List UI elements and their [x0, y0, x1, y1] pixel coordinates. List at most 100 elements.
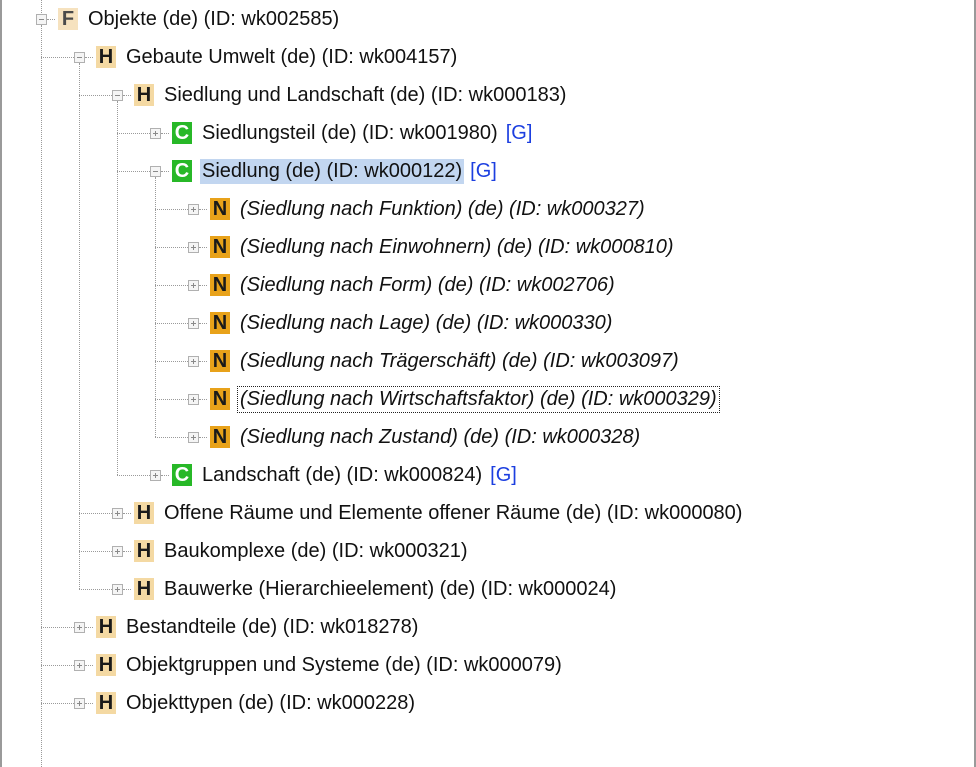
tree-node-label[interactable]: Objekttypen (de) (ID: wk000228): [124, 691, 417, 716]
collapse-icon[interactable]: [112, 90, 123, 101]
tree-connector: [85, 703, 93, 704]
tree-node-label[interactable]: (Siedlung nach Einwohnern) (de) (ID: wk0…: [238, 235, 676, 260]
tree-connector: [155, 247, 188, 248]
tree-connector: [161, 475, 169, 476]
expand-icon[interactable]: [188, 318, 199, 329]
tree-connector: [79, 589, 112, 590]
tree-node-nach-wirtschaftsfaktor[interactable]: N (Siedlung nach Wirtschaftsfaktor) (de) …: [210, 382, 720, 416]
badge-h-icon: H: [134, 578, 154, 600]
tree-node-nach-einwohnern[interactable]: N (Siedlung nach Einwohnern) (de) (ID: wk…: [210, 230, 676, 264]
badge-n-icon: N: [210, 274, 230, 296]
tree-connector: [155, 361, 188, 362]
tree-node-siedlungsteil[interactable]: C Siedlungsteil (de) (ID: wk001980) [G]: [172, 116, 532, 150]
badge-h-icon: H: [96, 616, 116, 638]
tree-guide-line: [41, 703, 42, 767]
tree-view[interactable]: F Objekte (de) (ID: wk002585) H Gebaute Umw…: [0, 0, 976, 767]
badge-c-icon: C: [172, 464, 192, 486]
tree-connector: [199, 437, 207, 438]
expand-icon[interactable]: [112, 508, 123, 519]
tree-node-label[interactable]: (Siedlung nach Form) (de) (ID: wk002706): [238, 273, 617, 298]
expand-icon[interactable]: [150, 128, 161, 139]
tree-connector: [155, 437, 188, 438]
expand-icon[interactable]: [188, 394, 199, 405]
tree-node-label[interactable]: (Siedlung nach Trägerschäft) (de) (ID: w…: [238, 349, 681, 374]
expand-icon[interactable]: [112, 546, 123, 557]
tree-connector: [155, 399, 188, 400]
tree-node-label[interactable]: Baukomplexe (de) (ID: wk000321): [162, 539, 469, 564]
expand-icon[interactable]: [188, 204, 199, 215]
badge-n-icon: N: [210, 236, 230, 258]
expand-icon[interactable]: [188, 280, 199, 291]
collapse-icon[interactable]: [150, 166, 161, 177]
tree-guide-line: [117, 101, 118, 475]
badge-c-icon: C: [172, 160, 192, 182]
tree-node-objekte[interactable]: F Objekte (de) (ID: wk002585): [58, 2, 341, 36]
badge-n-icon: N: [210, 350, 230, 372]
expand-icon[interactable]: [150, 470, 161, 481]
tree-node-objekttypen[interactable]: H Objekttypen (de) (ID: wk000228): [96, 686, 417, 720]
tree-connector: [79, 513, 112, 514]
tree-connector: [117, 171, 150, 172]
tree-node-label[interactable]: (Siedlung nach Lage) (de) (ID: wk000330): [238, 311, 614, 336]
tree-node-label[interactable]: Siedlung und Landschaft (de) (ID: wk0001…: [162, 83, 568, 108]
expand-icon[interactable]: [188, 356, 199, 367]
tree-node-siedlung-landschaft[interactable]: H Siedlung und Landschaft (de) (ID: wk000…: [134, 78, 568, 112]
collapse-icon[interactable]: [36, 14, 47, 25]
tree-node-objektgruppen[interactable]: H Objektgruppen und Systeme (de) (ID: wk0…: [96, 648, 564, 682]
tree-connector: [41, 703, 74, 704]
tree-connector: [155, 209, 188, 210]
tree-node-nach-zustand[interactable]: N (Siedlung nach Zustand) (de) (ID: wk000…: [210, 420, 642, 454]
tree-connector: [161, 133, 169, 134]
expand-icon[interactable]: [74, 698, 85, 709]
g-link[interactable]: [G]: [506, 122, 533, 145]
tree-node-label[interactable]: (Siedlung nach Wirtschaftsfaktor) (de) (…: [237, 385, 720, 413]
expand-icon[interactable]: [188, 242, 199, 253]
tree-connector: [155, 285, 188, 286]
badge-h-icon: H: [96, 654, 116, 676]
tree-node-label[interactable]: Objekte (de) (ID: wk002585): [86, 7, 341, 32]
expand-icon[interactable]: [74, 660, 85, 671]
tree-connector: [47, 19, 55, 20]
tree-connector: [123, 513, 131, 514]
tree-node-label[interactable]: Bauwerke (Hierarchieelement) (de) (ID: w…: [162, 577, 618, 602]
tree-connector: [161, 171, 169, 172]
g-link[interactable]: [G]: [470, 160, 497, 183]
tree-connector: [41, 665, 74, 666]
tree-node-nach-traegerschaft[interactable]: N (Siedlung nach Trägerschäft) (de) (ID: …: [210, 344, 681, 378]
tree-node-landschaft[interactable]: C Landschaft (de) (ID: wk000824) [G]: [172, 458, 517, 492]
tree-node-gebaute-umwelt[interactable]: H Gebaute Umwelt (de) (ID: wk004157): [96, 40, 459, 74]
badge-c-icon: C: [172, 122, 192, 144]
tree-connector: [85, 665, 93, 666]
tree-connector: [85, 627, 93, 628]
tree-connector: [199, 285, 207, 286]
tree-node-label[interactable]: (Siedlung nach Zustand) (de) (ID: wk0003…: [238, 425, 642, 450]
badge-h-icon: H: [134, 84, 154, 106]
badge-h-icon: H: [96, 46, 116, 68]
tree-connector: [199, 361, 207, 362]
tree-node-label[interactable]: Objektgruppen und Systeme (de) (ID: wk00…: [124, 653, 564, 678]
tree-node-siedlung[interactable]: C Siedlung (de) (ID: wk000122) [G]: [172, 154, 497, 188]
expand-icon[interactable]: [74, 622, 85, 633]
expand-icon[interactable]: [188, 432, 199, 443]
tree-node-nach-lage[interactable]: N (Siedlung nach Lage) (de) (ID: wk000330…: [210, 306, 614, 340]
tree-connector: [199, 323, 207, 324]
tree-node-offene-raeume[interactable]: H Offene Räume und Elemente offener Räume…: [134, 496, 744, 530]
tree-node-label[interactable]: (Siedlung nach Funktion) (de) (ID: wk000…: [238, 197, 647, 222]
collapse-icon[interactable]: [74, 52, 85, 63]
tree-node-label[interactable]: Siedlungsteil (de) (ID: wk001980): [200, 121, 500, 146]
tree-node-label[interactable]: Landschaft (de) (ID: wk000824): [200, 463, 484, 488]
tree-connector: [123, 589, 131, 590]
tree-node-baukomplexe[interactable]: H Baukomplexe (de) (ID: wk000321): [134, 534, 469, 568]
tree-node-nach-funktion[interactable]: N (Siedlung nach Funktion) (de) (ID: wk00…: [210, 192, 647, 226]
tree-node-bestandteile[interactable]: H Bestandteile (de) (ID: wk018278): [96, 610, 420, 644]
tree-node-bauwerke[interactable]: H Bauwerke (Hierarchieelement) (de) (ID: …: [134, 572, 618, 606]
tree-connector: [85, 57, 93, 58]
tree-connector: [41, 57, 74, 58]
expand-icon[interactable]: [112, 584, 123, 595]
tree-node-label[interactable]: Siedlung (de) (ID: wk000122): [200, 158, 465, 184]
tree-node-label[interactable]: Gebaute Umwelt (de) (ID: wk004157): [124, 45, 459, 70]
tree-node-label[interactable]: Offene Räume und Elemente offener Räume …: [162, 501, 744, 526]
tree-node-label[interactable]: Bestandteile (de) (ID: wk018278): [124, 615, 420, 640]
tree-node-nach-form[interactable]: N (Siedlung nach Form) (de) (ID: wk002706…: [210, 268, 617, 302]
g-link[interactable]: [G]: [490, 464, 517, 487]
